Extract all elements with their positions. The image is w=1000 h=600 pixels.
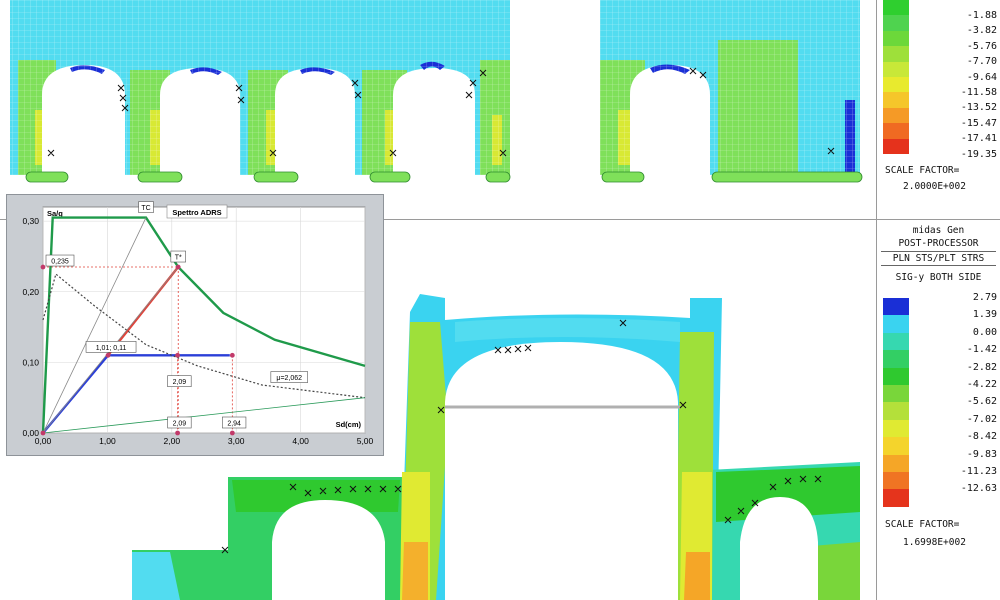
- legend-value: -9.83: [966, 448, 997, 460]
- legend-swatch: [883, 332, 909, 351]
- y-tick-label: 0,10: [22, 357, 39, 367]
- top-scale-factor-value: 2.0000E+002: [903, 181, 966, 192]
- top-legend-swatches: [883, 0, 909, 154]
- legend-swatch: [883, 367, 909, 385]
- annotation-label: 1,01; 0,11: [96, 345, 127, 352]
- annotation-label: 0,235: [51, 259, 69, 266]
- annotation-label: 2,09: [173, 421, 187, 428]
- y-tick-label: 0,20: [22, 287, 39, 297]
- annotation-label: TC: [141, 205, 150, 212]
- legend-value: -3.82: [966, 25, 997, 37]
- legend-module: POST-PROCESSOR: [898, 238, 979, 249]
- legend-app-name: midas Gen: [912, 225, 965, 236]
- legend-swatch: [883, 489, 909, 507]
- legend-swatch: [883, 315, 909, 333]
- top-contour-view: [10, 0, 863, 183]
- legend-value: 2.79: [972, 292, 997, 303]
- legend-swatch: [883, 298, 909, 316]
- legend-value: -11.23: [960, 466, 997, 477]
- legend-value: -15.47: [960, 117, 997, 129]
- chart-title: Spettro ADRS: [172, 208, 221, 217]
- annotation-label: T*: [175, 255, 182, 262]
- bottom-scale-factor-label: SCALE FACTOR=: [885, 519, 960, 530]
- x-tick-label: 2,00: [164, 436, 181, 446]
- legend-swatch: [883, 30, 909, 47]
- legend-value: -13.52: [960, 102, 997, 114]
- chart-x-label: Sd(cm): [336, 420, 362, 429]
- legend-value: 0.00: [972, 326, 997, 338]
- legend-value: -1.42: [966, 344, 997, 356]
- legend-swatch: [883, 61, 909, 77]
- legend-swatch: [883, 138, 909, 154]
- legend-value: -17.41: [960, 133, 997, 145]
- data-point: [229, 352, 235, 358]
- data-point: [175, 352, 180, 358]
- legend-swatch: [883, 402, 909, 420]
- data-point: [40, 264, 46, 270]
- legend-value: -9.64: [966, 71, 997, 83]
- annotation-label: 2,94: [227, 421, 241, 428]
- annotation-label: 2,09: [173, 379, 187, 386]
- x-tick-label: 4,00: [292, 436, 309, 446]
- x-tick-label: 3,00: [228, 436, 245, 446]
- legend-swatch: [883, 0, 909, 16]
- legend-value: 1.39: [972, 309, 997, 321]
- x-tick-label: 1,00: [99, 436, 116, 446]
- legend-component: SIG-y BOTH SIDE: [895, 272, 982, 283]
- legend-value: -5.62: [966, 396, 997, 408]
- top-scale-factor-label: SCALE FACTOR=: [885, 165, 960, 176]
- legend-value: -5.76: [966, 40, 997, 52]
- legend-value: -11.58: [960, 87, 997, 98]
- legend-value: -19.35: [960, 148, 997, 160]
- data-point: [175, 430, 180, 436]
- legend-value: -8.42: [966, 431, 997, 443]
- bottom-legend-swatches: [883, 298, 909, 507]
- bottom-legend-panel: midas Gen POST-PROCESSOR PLN STS/PLT STR…: [877, 222, 1000, 600]
- legend-swatch: [883, 437, 909, 455]
- legend-swatch: [883, 107, 909, 124]
- legend-swatch: [883, 15, 909, 31]
- annotation-label: μ=2,062: [276, 375, 302, 382]
- legend-swatch: [883, 123, 909, 139]
- legend-swatch: [883, 92, 909, 108]
- bottom-legend-values: 2.79 1.39 0.00 -1.42 -2.82 -4.22 -5.62 -7.02 -8.…: [913, 292, 997, 512]
- top-legend-panel: -1.88 -3.82 -5.76 -7.70 -9.64 -11.58 -13.52 -15…: [877, 0, 1000, 218]
- legend-value: -7.02: [966, 413, 997, 425]
- data-point: [229, 430, 235, 436]
- legend-swatch: [883, 471, 909, 490]
- x-tick-label: 5,00: [357, 436, 374, 446]
- legend-swatch: [883, 454, 909, 472]
- data-point: [40, 430, 46, 436]
- legend-swatch: [883, 46, 909, 62]
- legend-value: -1.88: [966, 10, 997, 21]
- top-legend-values: -1.88 -3.82 -5.76 -7.70 -9.64 -11.58 -13.52 -15…: [913, 0, 997, 160]
- top-mesh-overlay: [10, 0, 860, 175]
- bottom-scale-factor-value: 1.6998E+002: [903, 537, 966, 548]
- y-tick-label: 0,30: [22, 216, 39, 226]
- adrs-chart-inset: 0,00 1,00 2,00 3,00 4,00 5,00 0,00 0,10 0,20 0,30…: [6, 194, 384, 456]
- legend-value: -2.82: [966, 361, 997, 373]
- legend-swatch: [883, 384, 909, 403]
- legend-value: -4.22: [966, 379, 997, 390]
- legend-swatch: [883, 419, 909, 438]
- adrs-chart: 0,00 1,00 2,00 3,00 4,00 5,000,000,100,200,30…: [22, 201, 374, 446]
- legend-value: -7.70: [966, 56, 997, 68]
- y-tick-label: 0,00: [22, 428, 39, 438]
- legend-value: -12.63: [960, 483, 997, 495]
- legend-result-type: PLN STS/PLT STRS: [881, 251, 996, 266]
- legend-swatch: [883, 76, 909, 93]
- legend-swatch: [883, 350, 909, 368]
- data-point: [105, 352, 111, 358]
- chart-plot-area: [42, 206, 366, 434]
- data-point: [175, 264, 181, 270]
